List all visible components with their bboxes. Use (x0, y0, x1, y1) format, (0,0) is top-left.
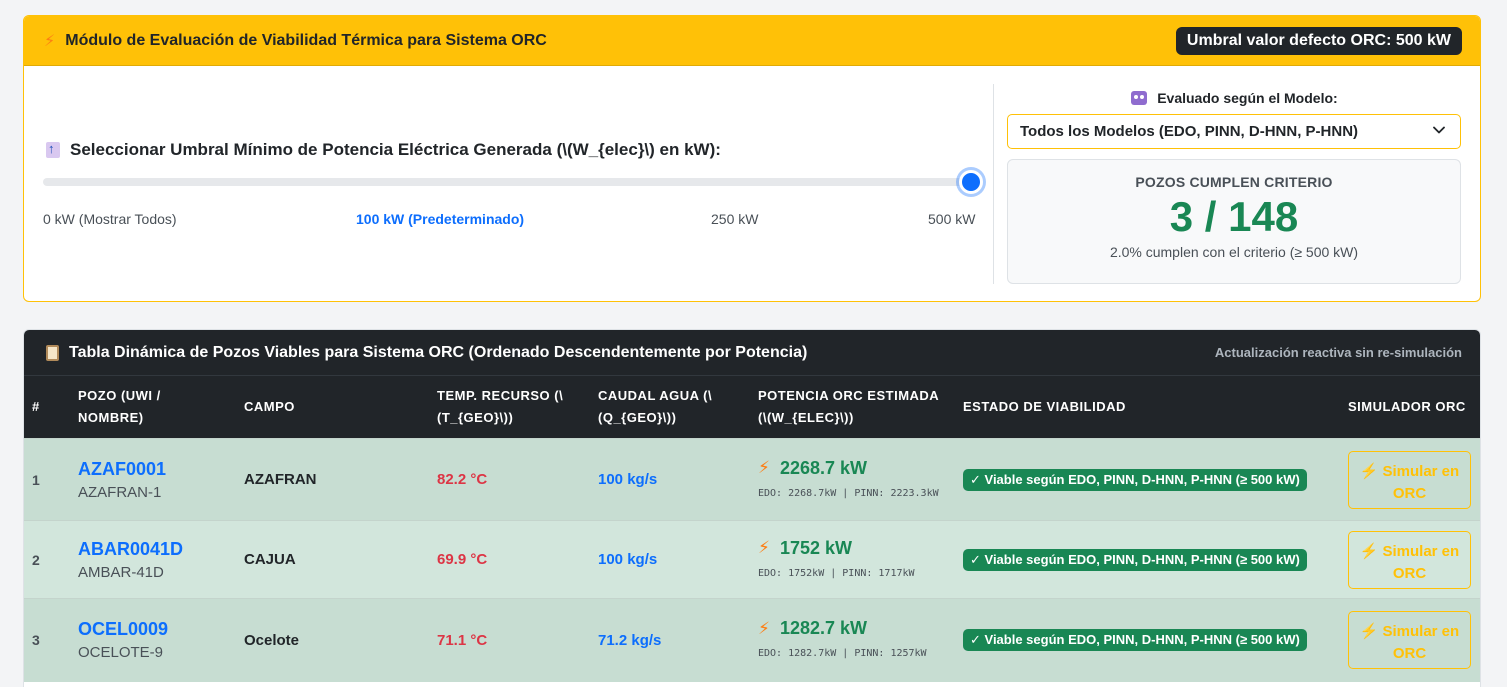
water-flow: 71.2 kg/s (590, 598, 750, 682)
table-row: 1 AZAF0001 AZAFRAN-1 AZAFRAN 82.2 °C 100… (24, 438, 1480, 521)
power-cell: ⚡ 2268.7 kW EDO: 2268.7kW | PINN: 2223.3… (750, 438, 955, 521)
model-label-text: Evaluado según el Modelo: (1157, 90, 1338, 106)
lightning-icon: ⚡ (1359, 462, 1379, 480)
col-index: # (24, 375, 70, 439)
default-threshold-badge: Umbral valor defecto ORC: 500 kW (1175, 26, 1462, 55)
well-uwi-link[interactable]: AZAF0001 (78, 459, 228, 480)
slider-track[interactable] (43, 178, 981, 186)
module-title: ⚡ Módulo de Evaluación de Viabilidad Tér… (44, 31, 547, 51)
power-value: 2268.7 kW (779, 457, 867, 478)
viability-module-card: ⚡ Módulo de Evaluación de Viabilidad Tér… (23, 15, 1481, 302)
power-detail: EDO: 1752kW | PINN: 1717kW (758, 567, 915, 579)
power-cell: ⚡ 1752 kW EDO: 1752kW | PINN: 1717kW (750, 520, 955, 599)
status-badge: ✓ Viable según EDO, PINN, D-HNN, P-HNN (… (963, 629, 1307, 652)
tick-label-250[interactable]: 250 kW (711, 211, 758, 227)
viability-module-header: ⚡ Módulo de Evaluación de Viabilidad Tér… (24, 16, 1480, 66)
simulate-orc-label: Simular en ORC (1382, 462, 1460, 502)
table-title: Tabla Dinámica de Pozos Viables para Sis… (46, 344, 807, 362)
well-cell: ABAR0041D AMBAR-41D (70, 520, 236, 599)
viable-wells-card: Tabla Dinámica de Pozos Viables para Sis… (23, 329, 1481, 687)
power-value: 1752 kW (779, 537, 852, 558)
col-temp[interactable]: TEMP. RECURSO (\(T_{GEO}\)) (429, 375, 590, 439)
col-potencia[interactable]: POTENCIA ORC ESTIMADA (\(W_{ELEC}\)) (750, 375, 955, 439)
power-cell: ⚡ 1282.7 kW EDO: 1282.7kW | PINN: 1257kW (750, 598, 955, 682)
count-title: POZOS CUMPLEN CRITERIO (1135, 174, 1333, 190)
row-index: 3 (24, 598, 70, 682)
row-index: 2 (24, 520, 70, 599)
well-name: AMBAR-41D (78, 563, 164, 581)
table-row: 3 OCEL0009 OCELOTE-9 Ocelote 71.1 °C 71.… (24, 598, 1480, 682)
row-index: 1 (24, 438, 70, 521)
lightning-icon: ⚡ (758, 538, 770, 557)
status-cell: ✓ Viable según EDO, PINN, D-HNN, P-HNN (… (955, 520, 1340, 599)
well-cell: AZAF0001 AZAFRAN-1 (70, 438, 236, 521)
status-badge: ✓ Viable según EDO, PINN, D-HNN, P-HNN (… (963, 548, 1307, 571)
model-select[interactable]: Todos los Modelos (EDO, PINN, D-HNN, P-H… (1007, 114, 1461, 149)
lightning-icon: ⚡ (758, 458, 770, 477)
simulator-cell: ⚡ Simular en ORC (1340, 438, 1480, 521)
clipboard-icon (46, 344, 59, 361)
status-cell: ✓ Viable según EDO, PINN, D-HNN, P-HNN (… (955, 598, 1340, 682)
resource-temp: 82.2 °C (429, 438, 590, 521)
water-flow: 100 kg/s (590, 438, 750, 521)
col-estado[interactable]: ESTADO DE VIABILIDAD (955, 375, 1340, 439)
col-campo[interactable]: CAMPO (236, 375, 429, 439)
simulate-orc-label: Simular en ORC (1382, 623, 1460, 663)
tick-label-500[interactable]: 500 kW (928, 211, 975, 227)
simulate-orc-button[interactable]: ⚡ Simular en ORC (1348, 450, 1471, 509)
tick-label-0[interactable]: 0 kW (Mostrar Todos) (43, 211, 177, 227)
field-name: Ocelote (236, 598, 429, 682)
lightning-icon: ⚡ (1359, 542, 1379, 560)
col-simulador: SIMULADOR ORC (1340, 375, 1480, 439)
power-value: 1282.7 kW (779, 618, 867, 639)
col-pozo[interactable]: POZO (UWI / NOMBRE) (70, 375, 236, 439)
power-detail: EDO: 2268.7kW | PINN: 2223.3kW (758, 487, 939, 499)
threshold-slider-section: Seleccionar Umbral Mínimo de Potencia El… (42, 66, 983, 301)
simulator-cell: ⚡ Simular en ORC (1340, 520, 1480, 599)
count-value: 3 / 148 (1169, 193, 1299, 240)
viable-wells-table: # POZO (UWI / NOMBRE) CAMPO TEMP. RECURS… (24, 375, 1480, 682)
module-title-text: Módulo de Evaluación de Viabilidad Térmi… (65, 31, 547, 49)
threshold-label: Seleccionar Umbral Mínimo de Potencia El… (46, 140, 721, 160)
simulator-cell: ⚡ Simular en ORC (1340, 598, 1480, 682)
tick-label-100[interactable]: 100 kW (Predeterminado) (356, 211, 524, 227)
well-cell: OCEL0009 OCELOTE-9 (70, 598, 236, 682)
status-cell: ✓ Viable según EDO, PINN, D-HNN, P-HNN (… (955, 438, 1340, 521)
lightning-icon: ⚡ (44, 32, 56, 50)
power-detail: EDO: 1282.7kW | PINN: 1257kW (758, 648, 927, 660)
resource-temp: 69.9 °C (429, 520, 590, 599)
table-header-row: # POZO (UWI / NOMBRE) CAMPO TEMP. RECURS… (24, 375, 1480, 439)
field-name: AZAFRAN (236, 438, 429, 521)
lightning-icon: ⚡ (1359, 623, 1379, 641)
up-arrow-icon (46, 141, 60, 158)
simulate-orc-button[interactable]: ⚡ Simular en ORC (1348, 530, 1471, 589)
robot-icon (1131, 91, 1148, 105)
criteria-count-box: POZOS CUMPLEN CRITERIO 3 / 148 2.0% cump… (1007, 159, 1461, 284)
simulate-orc-label: Simular en ORC (1382, 542, 1460, 582)
well-name: OCELOTE-9 (78, 644, 164, 662)
viability-module-body: Seleccionar Umbral Mínimo de Potencia El… (24, 66, 1480, 301)
field-name: CAJUA (236, 520, 429, 599)
water-flow: 100 kg/s (590, 520, 750, 599)
simulate-orc-button[interactable]: ⚡ Simular en ORC (1348, 611, 1471, 670)
slider-thumb[interactable] (959, 170, 983, 194)
table-row: 2 ABAR0041D AMBAR-41D CAJUA 69.9 °C 100 … (24, 520, 1480, 599)
vertical-divider (993, 84, 994, 284)
status-badge: ✓ Viable según EDO, PINN, D-HNN, P-HNN (… (963, 468, 1307, 491)
table-title-text: Tabla Dinámica de Pozos Viables para Sis… (69, 343, 808, 361)
count-subtitle: 2.0% cumplen con el criterio (≥ 500 kW) (1109, 244, 1359, 260)
well-name: AZAFRAN-1 (78, 483, 162, 501)
model-select-value: Todos los Modelos (EDO, PINN, D-HNN, P-H… (1020, 123, 1359, 140)
lightning-icon: ⚡ (758, 618, 770, 638)
viable-wells-header: Tabla Dinámica de Pozos Viables para Sis… (24, 330, 1480, 375)
col-caudal[interactable]: CAUDAL AGUA (\(Q_{GEO}\)) (590, 375, 750, 439)
model-label: Evaluado según el Modelo: (1007, 90, 1462, 106)
well-uwi-link[interactable]: ABAR0041D (78, 539, 228, 560)
chevron-down-icon (1433, 126, 1445, 134)
well-uwi-link[interactable]: OCEL0009 (78, 619, 228, 640)
reactive-update-note: Actualización reactiva sin re-simulación (1214, 345, 1462, 360)
model-section: Evaluado según el Modelo: Todos los Mode… (1007, 66, 1462, 301)
resource-temp: 71.1 °C (429, 598, 590, 682)
threshold-label-text: Seleccionar Umbral Mínimo de Potencia El… (70, 140, 721, 159)
